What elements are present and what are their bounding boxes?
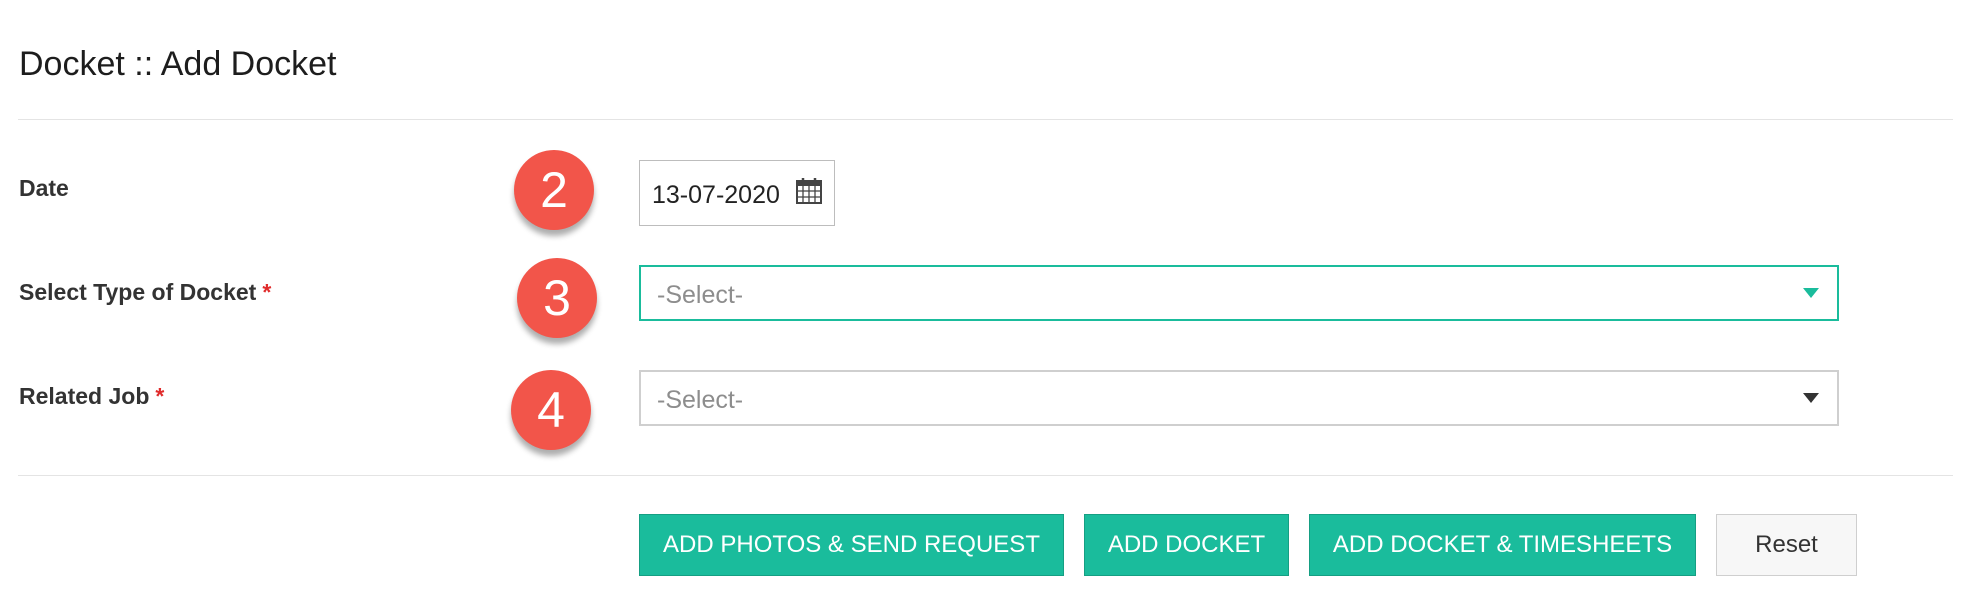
date-label-text: Date: [19, 175, 69, 201]
step-badge-3: 3: [517, 258, 597, 338]
header-divider: [18, 119, 1953, 120]
step-badge-2: 2: [514, 150, 594, 230]
docket-type-label: Select Type of Docket *: [19, 278, 271, 306]
related-job-select[interactable]: -Select-: [639, 370, 1839, 426]
add-docket-timesheets-button[interactable]: ADD DOCKET & TIMESHEETS: [1309, 514, 1696, 576]
related-job-label-text: Related Job: [19, 383, 150, 409]
step-badge-4: 4: [511, 370, 591, 450]
date-value: 13-07-2020: [652, 181, 780, 209]
add-photos-send-request-button[interactable]: ADD PHOTOS & SEND REQUEST: [639, 514, 1064, 576]
reset-button[interactable]: Reset: [1716, 514, 1857, 576]
related-job-label: Related Job *: [19, 382, 164, 410]
docket-type-label-text: Select Type of Docket: [19, 279, 257, 305]
page-title: Docket :: Add Docket: [19, 45, 337, 83]
calendar-icon[interactable]: [794, 176, 824, 206]
docket-type-select[interactable]: -Select-: [639, 265, 1839, 321]
footer-divider: [18, 475, 1953, 476]
caret-down-icon[interactable]: [1803, 393, 1819, 403]
date-label: Date: [19, 174, 69, 202]
required-marker: *: [155, 383, 165, 409]
caret-down-icon[interactable]: [1803, 288, 1819, 298]
required-marker: *: [262, 279, 272, 305]
related-job-placeholder: -Select-: [657, 386, 744, 414]
date-input[interactable]: 13-07-2020: [639, 160, 835, 226]
add-docket-button[interactable]: ADD DOCKET: [1084, 514, 1289, 576]
docket-type-placeholder: -Select-: [657, 281, 744, 309]
